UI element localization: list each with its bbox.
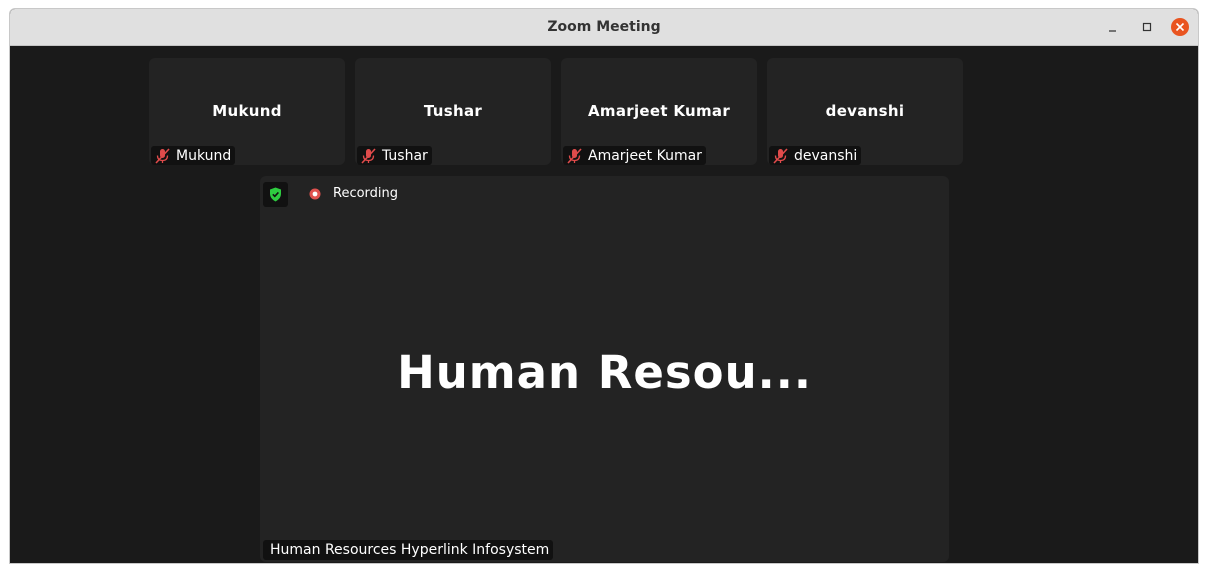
participant-tile-tushar[interactable]: Tushar Tushar [355, 58, 551, 165]
maximize-icon [1142, 22, 1152, 32]
participant-tile-mukund[interactable]: Mukund Mukund [149, 58, 345, 165]
recording-status: Recording [333, 186, 399, 201]
security-button[interactable] [263, 182, 288, 207]
recording-icon [309, 188, 321, 200]
title-bar[interactable]: Zoom Meeting [10, 9, 1198, 46]
participant-display-name: Tushar [423, 102, 483, 120]
participant-display-name: Amarjeet Kumar [587, 102, 731, 120]
mic-muted-icon [361, 147, 376, 164]
active-speaker-label: Human Resources Hyperlink Infosystem [263, 540, 554, 560]
close-button[interactable] [1170, 17, 1190, 37]
zoom-meeting-window: Zoom Meeting Mukund Mukund Tushar Tushar… [9, 8, 1199, 564]
participant-label-text: Mukund [176, 147, 232, 164]
participant-label: Mukund [151, 146, 236, 165]
participant-display-name: devanshi [825, 102, 905, 120]
participant-label-text: devanshi [794, 147, 858, 164]
minimize-button[interactable] [1103, 17, 1123, 37]
participant-label: Tushar [357, 146, 432, 165]
participant-tile-amarjeet-kumar[interactable]: Amarjeet Kumar Amarjeet Kumar [561, 58, 757, 165]
mic-muted-icon [155, 147, 170, 164]
participant-display-name: Mukund [212, 102, 282, 120]
participant-label: Amarjeet Kumar [563, 146, 706, 165]
close-icon [1175, 22, 1185, 32]
active-speaker-name: Human Resou... [397, 346, 812, 399]
meeting-content: Mukund Mukund Tushar Tushar Amarjeet Kum… [10, 46, 1198, 563]
maximize-button[interactable] [1137, 17, 1157, 37]
shield-check-icon [270, 187, 281, 202]
participant-label-text: Amarjeet Kumar [588, 147, 702, 164]
mic-muted-icon [773, 147, 788, 164]
minimize-icon [1109, 30, 1116, 32]
active-speaker-view[interactable]: Recording Human Resou... Human Resources… [260, 176, 949, 562]
participant-label: devanshi [769, 146, 862, 165]
participant-tile-devanshi[interactable]: devanshi devanshi [767, 58, 963, 165]
participant-label-text: Tushar [382, 147, 428, 164]
window-title: Zoom Meeting [547, 19, 661, 35]
mic-muted-icon [567, 147, 582, 164]
